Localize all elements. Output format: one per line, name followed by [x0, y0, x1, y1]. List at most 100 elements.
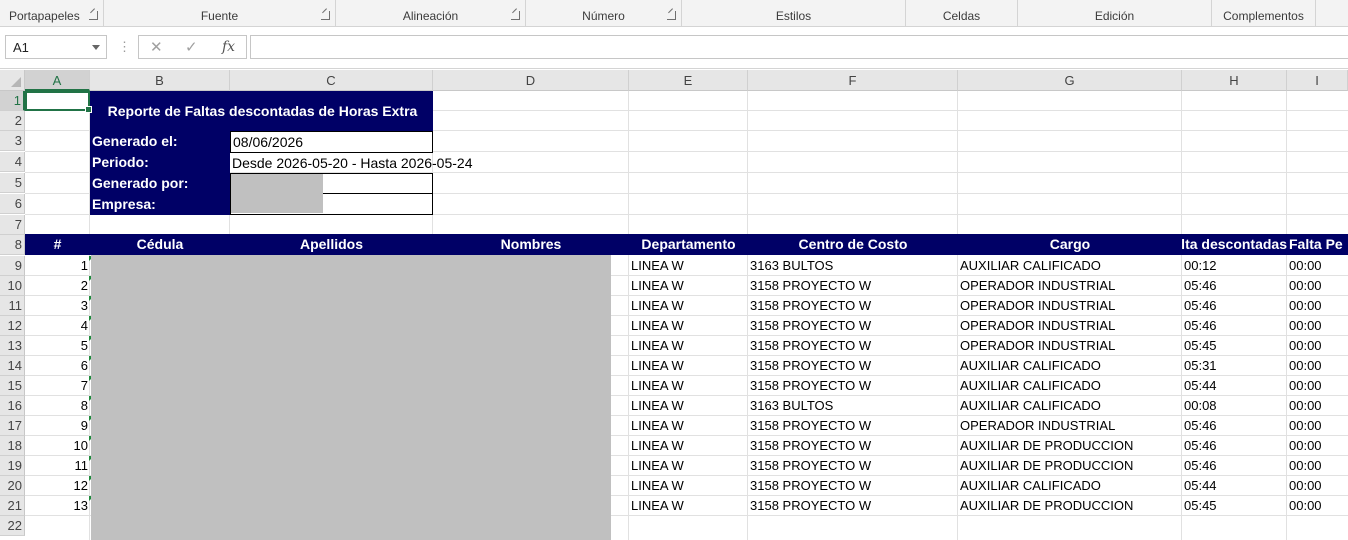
table-header-number[interactable]: #	[25, 234, 90, 255]
row-header[interactable]: 1	[0, 91, 25, 111]
column-header-i[interactable]: I	[1287, 70, 1348, 91]
cell-horas-falta[interactable]: 00:08	[1182, 396, 1287, 416]
cell-centro-costo[interactable]: 3158 PROYECTO W	[748, 496, 958, 516]
row-header[interactable]: 13	[0, 336, 25, 356]
cell-centro-costo[interactable]: 3158 PROYECTO W	[748, 376, 958, 396]
cell-horas-falta[interactable]: 05:45	[1182, 496, 1287, 516]
cell-falta-pe[interactable]: 00:00	[1287, 336, 1348, 356]
cell-falta-pe[interactable]: 00:00	[1287, 296, 1348, 316]
cell-centro-costo[interactable]: 3163 BULTOS	[748, 256, 958, 276]
cell-cargo[interactable]: AUXILIAR DE PRODUCCION	[958, 496, 1182, 516]
formula-input[interactable]	[250, 35, 1348, 59]
row-header[interactable]: 12	[0, 316, 25, 336]
cell-cargo[interactable]: AUXILIAR DE PRODUCCION	[958, 456, 1182, 476]
cell-falta-pe[interactable]: 00:00	[1287, 276, 1348, 296]
cell-departamento[interactable]: LINEA W	[629, 256, 748, 276]
cell-horas-falta[interactable]: 05:46	[1182, 316, 1287, 336]
row-header[interactable]: 4	[0, 152, 25, 172]
report-title[interactable]: Reporte de Faltas descontadas de Horas E…	[90, 91, 433, 131]
name-box[interactable]: A1	[5, 35, 107, 59]
cell-cargo[interactable]: AUXILIAR CALIFICADO	[958, 476, 1182, 496]
row-header[interactable]: 15	[0, 376, 25, 396]
cell-centro-costo[interactable]: 3158 PROYECTO W	[748, 436, 958, 456]
table-header-cedula[interactable]: Cédula	[90, 234, 230, 255]
column-header-e[interactable]: E	[629, 70, 748, 91]
cell-centro-costo[interactable]: 3158 PROYECTO W	[748, 456, 958, 476]
row-header[interactable]: 8	[0, 235, 25, 255]
cell-centro-costo[interactable]: 3158 PROYECTO W	[748, 356, 958, 376]
row-header[interactable]: 19	[0, 456, 25, 476]
cell-number[interactable]: 5	[25, 336, 90, 356]
cell-horas-falta[interactable]: 05:44	[1182, 476, 1287, 496]
row-header[interactable]: 5	[0, 173, 25, 193]
generated-value[interactable]: 08/06/2026	[230, 131, 433, 153]
row-header[interactable]: 10	[0, 276, 25, 296]
row-header[interactable]: 7	[0, 215, 25, 235]
table-header-departamento[interactable]: Departamento	[629, 234, 748, 255]
cell-number[interactable]: 1	[25, 256, 90, 276]
active-cell-a1[interactable]	[25, 91, 92, 113]
cell-falta-pe[interactable]: 00:00	[1287, 436, 1348, 456]
cell-centro-costo[interactable]: 3158 PROYECTO W	[748, 416, 958, 436]
insert-function-icon[interactable]: fx	[222, 39, 235, 55]
cell-horas-falta[interactable]: 05:44	[1182, 376, 1287, 396]
cell-horas-falta[interactable]: 05:46	[1182, 436, 1287, 456]
generated-label[interactable]: Generado el:	[90, 131, 230, 152]
row-header[interactable]: 11	[0, 296, 25, 316]
cell-cargo[interactable]: AUXILIAR CALIFICADO	[958, 396, 1182, 416]
cell-cargo[interactable]: AUXILIAR CALIFICADO	[958, 356, 1182, 376]
cell-departamento[interactable]: LINEA W	[629, 356, 748, 376]
column-header-h[interactable]: H	[1182, 70, 1287, 91]
cell-horas-falta[interactable]: 05:46	[1182, 416, 1287, 436]
cell-falta-pe[interactable]: 00:00	[1287, 356, 1348, 376]
table-header-nombres[interactable]: Nombres	[433, 234, 629, 255]
cell-horas-falta[interactable]: 05:46	[1182, 276, 1287, 296]
row-header[interactable]: 16	[0, 396, 25, 416]
cell-horas-falta[interactable]: 05:45	[1182, 336, 1287, 356]
cancel-icon[interactable]: ✕	[150, 38, 163, 56]
cell-horas-falta[interactable]: 05:31	[1182, 356, 1287, 376]
cell-falta-pe[interactable]: 00:00	[1287, 456, 1348, 476]
dialog-launcher-icon[interactable]	[89, 11, 98, 20]
cell-cargo[interactable]: OPERADOR INDUSTRIAL	[958, 416, 1182, 436]
chevron-down-icon[interactable]	[92, 45, 100, 50]
cell-number[interactable]: 2	[25, 276, 90, 296]
cell-falta-pe[interactable]: 00:00	[1287, 256, 1348, 276]
cell-cargo[interactable]: OPERADOR INDUSTRIAL	[958, 316, 1182, 336]
row-header[interactable]: 21	[0, 496, 25, 516]
cell-number[interactable]: 11	[25, 456, 90, 476]
column-header-c[interactable]: C	[230, 70, 433, 91]
dialog-launcher-icon[interactable]	[667, 11, 676, 20]
cell-departamento[interactable]: LINEA W	[629, 336, 748, 356]
generated-by-label[interactable]: Generado por:	[90, 173, 230, 194]
cell-cargo[interactable]: OPERADOR INDUSTRIAL	[958, 336, 1182, 356]
column-header-b[interactable]: B	[90, 70, 230, 91]
cell-number[interactable]: 8	[25, 396, 90, 416]
select-all-button[interactable]	[0, 70, 25, 91]
cell-cargo[interactable]: AUXILIAR CALIFICADO	[958, 256, 1182, 276]
cell-departamento[interactable]: LINEA W	[629, 396, 748, 416]
cell-departamento[interactable]: LINEA W	[629, 476, 748, 496]
cell-number[interactable]: 4	[25, 316, 90, 336]
cell-number[interactable]: 9	[25, 416, 90, 436]
cell-falta-pe[interactable]: 00:00	[1287, 376, 1348, 396]
cell-falta-pe[interactable]: 00:00	[1287, 416, 1348, 436]
cell-number[interactable]: 10	[25, 436, 90, 456]
row-header[interactable]: 6	[0, 194, 25, 214]
cell-cargo[interactable]: OPERADOR INDUSTRIAL	[958, 296, 1182, 316]
row-header[interactable]: 18	[0, 436, 25, 456]
row-header[interactable]: 3	[0, 131, 25, 151]
cell-number[interactable]: 6	[25, 356, 90, 376]
cell-centro-costo[interactable]: 3158 PROYECTO W	[748, 336, 958, 356]
column-header-g[interactable]: G	[958, 70, 1182, 91]
cell-departamento[interactable]: LINEA W	[629, 276, 748, 296]
company-label[interactable]: Empresa:	[90, 194, 230, 215]
cell-centro-costo[interactable]: 3158 PROYECTO W	[748, 476, 958, 496]
table-header-cargo[interactable]: Cargo	[958, 234, 1182, 255]
row-header[interactable]: 17	[0, 416, 25, 436]
cell-departamento[interactable]: LINEA W	[629, 496, 748, 516]
period-label[interactable]: Periodo:	[90, 152, 230, 173]
cell-centro-costo[interactable]: 3158 PROYECTO W	[748, 316, 958, 336]
table-header-apellidos[interactable]: Apellidos	[230, 234, 433, 255]
cell-falta-pe[interactable]: 00:00	[1287, 476, 1348, 496]
